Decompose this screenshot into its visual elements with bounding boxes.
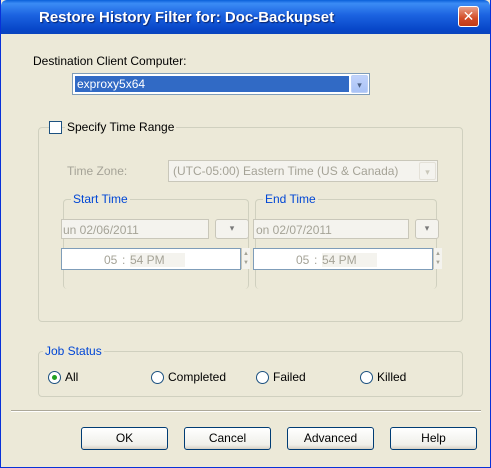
end-time-spinner[interactable]: ▲ ▼ (433, 248, 442, 269)
start-date-field[interactable]: un 02/06/2011 (61, 219, 209, 239)
radio-killed-label[interactable]: Killed (377, 370, 406, 384)
spin-down-icon[interactable]: ▼ (243, 260, 249, 266)
start-time-spinner[interactable]: ▲ ▼ (241, 248, 250, 269)
end-date-dropdown-button[interactable]: ▾ (415, 219, 439, 239)
time-zone-value: (UTC-05:00) Eastern Time (US & Canada) (173, 164, 399, 178)
chevron-down-icon[interactable]: ▾ (351, 75, 368, 93)
destination-label: Destination Client Computer: (33, 54, 187, 68)
end-time-group (255, 199, 437, 289)
cancel-button[interactable]: Cancel (184, 427, 271, 450)
help-button[interactable]: Help (390, 427, 477, 450)
start-time-separator: : (122, 253, 126, 267)
radio-failed-label[interactable]: Failed (273, 370, 306, 384)
radio-selected-dot (52, 375, 57, 380)
end-time-separator: : (314, 253, 318, 267)
radio-all[interactable] (48, 371, 61, 384)
destination-client-value: exproxy5x64 (75, 76, 349, 92)
destination-client-dropdown[interactable]: exproxy5x64 ▾ (72, 73, 370, 95)
end-date-value: on 02/07/2011 (256, 223, 332, 237)
end-time-hour: 05 (296, 253, 310, 267)
end-time-field[interactable]: 05 : 54 PM (253, 248, 433, 270)
chevron-down-icon: ▾ (424, 223, 430, 233)
radio-failed[interactable] (256, 371, 269, 384)
start-time-hour: 05 (104, 253, 118, 267)
specify-time-range-label: Specify Time Range (65, 120, 177, 134)
close-icon: ✕ (462, 8, 475, 24)
ok-button[interactable]: OK (81, 427, 168, 450)
title-bar[interactable]: Restore History Filter for: Doc-Backupse… (1, 0, 490, 34)
start-date-value: un 02/06/2011 (63, 223, 139, 237)
radio-completed[interactable] (151, 371, 164, 384)
spin-up-icon[interactable]: ▲ (435, 251, 441, 257)
radio-completed-label[interactable]: Completed (168, 370, 226, 384)
button-separator (11, 410, 481, 412)
start-time-group (63, 199, 249, 289)
dialog-window: Restore History Filter for: Doc-Backupse… (0, 0, 491, 468)
time-zone-label: Time Zone: (67, 164, 128, 178)
radio-killed[interactable] (360, 371, 373, 384)
end-date-field[interactable]: on 02/07/2011 (253, 219, 409, 239)
time-zone-dropdown[interactable]: (UTC-05:00) Eastern Time (US & Canada) ▾ (168, 160, 438, 182)
start-date-dropdown-button[interactable]: ▾ (215, 219, 249, 239)
spin-down-icon[interactable]: ▼ (435, 260, 441, 266)
end-time-legend: End Time (263, 192, 318, 206)
start-time-minute: 54 PM (130, 253, 185, 267)
advanced-button[interactable]: Advanced (287, 427, 374, 450)
specify-time-range-checkbox[interactable] (49, 121, 62, 134)
end-time-minute: 54 PM (322, 253, 377, 267)
radio-all-label[interactable]: All (65, 370, 78, 384)
dialog-title: Restore History Filter for: Doc-Backupse… (39, 9, 335, 26)
start-time-field[interactable]: 05 : 54 PM (61, 248, 241, 270)
chevron-down-icon[interactable]: ▾ (419, 162, 436, 180)
spin-up-icon[interactable]: ▲ (243, 251, 249, 257)
job-status-legend: Job Status (43, 344, 104, 358)
chevron-down-icon: ▾ (229, 223, 235, 233)
close-button[interactable]: ✕ (458, 6, 479, 27)
start-time-legend: Start Time (71, 192, 130, 206)
